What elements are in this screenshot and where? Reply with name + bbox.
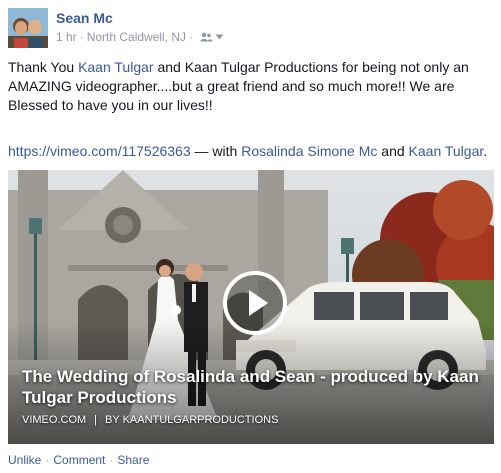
tag-link-rosalinda[interactable]: Rosalinda Simone Mc xyxy=(241,143,377,159)
tag-link-kaan-2[interactable]: Kaan Tulgar xyxy=(409,143,484,159)
share-line-end: . xyxy=(483,143,488,159)
post-avatar[interactable] xyxy=(8,8,48,48)
audience-selector[interactable] xyxy=(200,32,224,42)
tag-link-kaan[interactable]: Kaan Tulgar xyxy=(78,59,154,75)
source-divider: | xyxy=(94,414,98,426)
author-name[interactable]: Sean Mc xyxy=(56,10,113,26)
post-actions: Unlike · Comment · Share xyxy=(8,453,149,467)
share-button[interactable]: Share xyxy=(117,453,149,467)
chevron-down-icon xyxy=(215,34,224,40)
meta-separator: · xyxy=(79,30,84,44)
unlike-button[interactable]: Unlike xyxy=(8,453,41,467)
video-author: BY KAANTULGARPRODUCTIONS xyxy=(105,414,279,426)
and-text: and xyxy=(377,143,409,159)
play-icon xyxy=(249,290,268,316)
vimeo-url-link[interactable]: https://vimeo.com/117526363 xyxy=(8,143,191,159)
post-time[interactable]: 1 hr xyxy=(56,30,77,44)
post-meta: 1 hr · North Caldwell, NJ · xyxy=(56,30,224,44)
message-text: Thank You xyxy=(8,59,79,75)
friends-icon xyxy=(200,32,213,42)
play-button[interactable] xyxy=(223,271,287,335)
video-source: VIMEO.COM | BY KAANTULGARPRODUCTIONS xyxy=(22,414,278,426)
action-dot: · xyxy=(109,453,114,467)
video-preview[interactable]: The Wedding of Rosalinda and Sean - prod… xyxy=(8,170,494,444)
meta-separator: · xyxy=(189,30,194,44)
with-text: — with xyxy=(190,143,242,159)
post-message: Thank You Kaan Tulgar and Kaan Tulgar Pr… xyxy=(8,58,494,115)
share-line: https://vimeo.com/117526363 — with Rosal… xyxy=(8,142,487,161)
video-title[interactable]: The Wedding of Rosalinda and Sean - prod… xyxy=(22,366,482,408)
action-dot: · xyxy=(45,453,50,467)
comment-button[interactable]: Comment xyxy=(53,453,105,467)
post-location[interactable]: North Caldwell, NJ xyxy=(87,30,186,44)
video-domain: VIMEO.COM xyxy=(22,414,87,426)
